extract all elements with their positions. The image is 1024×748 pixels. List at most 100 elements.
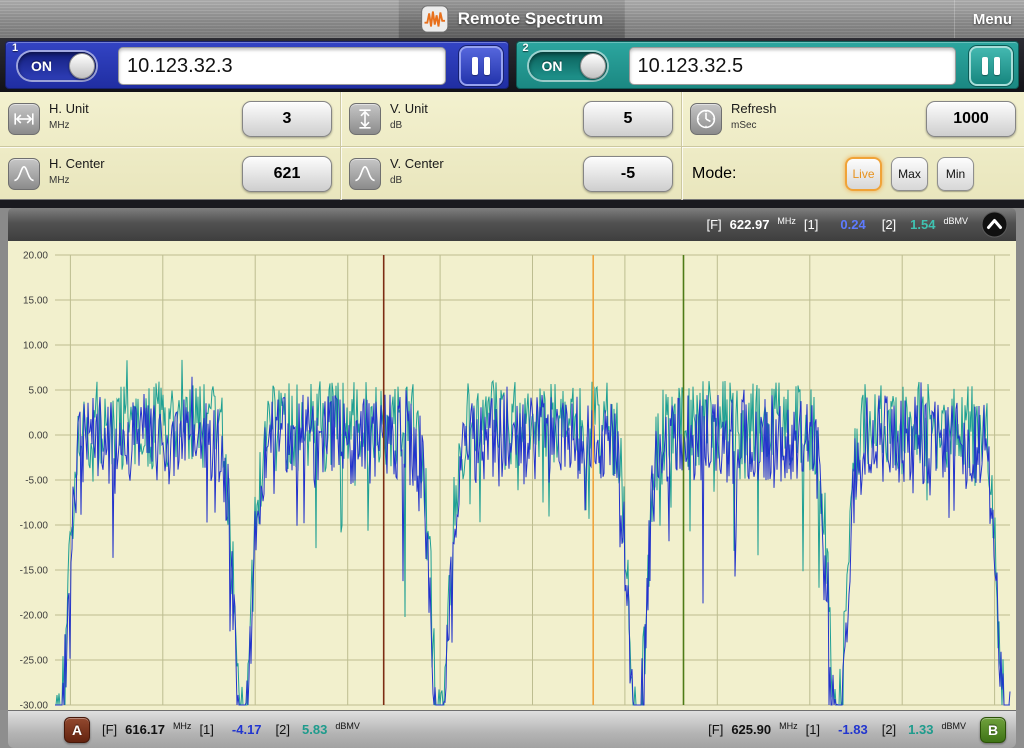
mode-max-button[interactable]: Max [891,157,928,191]
remote-spectrum-app: Remote Spectrum Menu 1 ON 2 ON [0,0,1024,748]
pause-icon [994,57,1000,75]
marker-b-ch2-value: 1.33 [908,722,933,737]
channel-1-label: [1] [804,217,818,232]
channel-2-label: [2] [882,217,896,232]
marker-a-ch2-value: 5.83 [302,722,327,737]
h-center-unit: MHz [49,175,105,186]
titlebar: Remote Spectrum Menu [0,0,1024,39]
marker-b-freq-unit: MHz [779,721,798,731]
vertical-unit-icon [349,103,381,135]
mode-button-group: Live Max Min [845,157,974,191]
f-marker-label: [F] [706,217,721,232]
h-center-labels: H. Center MHz [49,156,105,186]
analyzer-1-power-toggle[interactable]: ON [18,52,96,80]
channel-2-label: [2] [276,722,290,737]
v-center-peak-icon [349,158,381,190]
marker-a-badge[interactable]: A [64,717,90,743]
v-unit-unit: dB [390,120,428,131]
h-unit-labels: H. Unit MHz [49,101,89,131]
refresh-unit: mSec [731,120,777,131]
h-center-peak-icon [8,158,40,190]
v-unit-labels: V. Unit dB [390,101,428,131]
refresh-clock-icon [690,103,722,135]
amplitude-unit: dBMV [335,721,360,731]
analyzer-2-address-input[interactable] [629,47,957,85]
analyzer-2-panel: 2 ON [516,41,1020,89]
mode-live-button[interactable]: Live [845,157,882,191]
v-unit-label: V. Unit [390,101,428,116]
refresh-value-button[interactable]: 1000 [926,101,1016,137]
channel-1-label: [1] [199,722,213,737]
pause-icon [982,57,988,75]
h-unit-value-button[interactable]: 3 [242,101,332,137]
spectrum-plot-area[interactable]: 20.0015.0010.005.000.00-5.00-10.00-15.00… [8,241,1016,710]
v-center-cell: V. Center dB -5 [341,147,682,201]
svg-text:-30.00: -30.00 [20,701,49,711]
app-title: Remote Spectrum [458,9,603,29]
pause-icon [484,57,490,75]
analyzer-2-power-toggle[interactable]: ON [529,52,607,80]
svg-text:-15.00: -15.00 [20,566,49,577]
settings-row-2: H. Center MHz 621 V. Center dB -5 Mode [0,147,1024,201]
analyzer-1-address-input[interactable] [118,47,446,85]
analyzer-1-panel: 1 ON [5,41,509,89]
h-center-cell: H. Center MHz 621 [0,147,341,201]
channel-1-label: [1] [806,722,820,737]
amplitude-unit: dBMV [941,721,966,731]
analyzer-2-index: 2 [523,42,529,54]
analyzer-1-on-label: ON [31,58,52,74]
analyzer-1-pause-button[interactable] [459,46,503,86]
h-center-value-button[interactable]: 621 [242,156,332,192]
mode-label: Mode: [692,165,736,183]
refresh-cell: Refresh mSec 1000 [682,92,1024,146]
svg-text:-20.00: -20.00 [20,611,49,622]
f-marker-label: [F] [102,722,117,737]
channel-1-value: 0.24 [840,217,865,232]
svg-text:10.00: 10.00 [23,341,48,352]
chart-header: [F] 622.97 MHz [1] 0.24 [2] 1.54 dBMV [8,208,1016,241]
f-marker-freq-unit: MHz [777,216,796,226]
f-marker-frequency: 622.97 [730,217,770,232]
svg-text:20.00: 20.00 [23,251,48,262]
app-logo-icon [421,5,449,33]
toggle-knob-icon [580,53,606,79]
chart-top-band [0,200,1024,208]
channel-2-label: [2] [882,722,896,737]
mode-cell: Mode: Live Max Min [682,147,1024,201]
v-center-value-button[interactable]: -5 [583,156,673,192]
analyzer-1-index: 1 [12,42,18,54]
svg-text:-25.00: -25.00 [20,656,49,667]
h-unit-label: H. Unit [49,101,89,116]
h-unit-unit: MHz [49,120,89,131]
marker-readout-bar: A [F] 616.17 MHz [1] -4.17 [2] 5.83 dBMV… [8,710,1016,748]
amplitude-unit: dBMV [943,216,968,226]
h-unit-cell: H. Unit MHz 3 [0,92,341,146]
marker-a-freq-unit: MHz [173,721,192,731]
spectrum-chart-section: [F] 622.97 MHz [1] 0.24 [2] 1.54 dBMV 20… [0,200,1024,710]
refresh-label: Refresh [731,101,777,116]
v-center-labels: V. Center dB [390,156,444,186]
collapse-chart-button[interactable] [981,211,1008,238]
v-unit-value-button[interactable]: 5 [583,101,673,137]
refresh-labels: Refresh mSec [731,101,777,131]
channel-2-value: 1.54 [910,217,935,232]
marker-b-readout: [F] 625.90 MHz [1] -1.83 [2] 1.33 dBMV B [708,717,1006,743]
marker-b-frequency: 625.90 [731,722,771,737]
marker-b-badge[interactable]: B [980,717,1006,743]
spectrum-plot: 20.0015.0010.005.000.00-5.00-10.00-15.00… [8,241,1016,710]
y-axis-labels: 20.0015.0010.005.000.00-5.00-10.00-15.00… [20,251,49,711]
v-center-unit: dB [390,175,444,186]
svg-text:15.00: 15.00 [23,296,48,307]
mode-min-button[interactable]: Min [937,157,974,191]
menu-button[interactable]: Menu [954,0,1024,38]
svg-text:-10.00: -10.00 [20,521,49,532]
analyzer-2-on-label: ON [542,58,563,74]
horizontal-unit-icon [8,103,40,135]
analyzer-2-pause-button[interactable] [969,46,1013,86]
svg-text:-5.00: -5.00 [25,476,48,487]
toggle-knob-icon [69,53,95,79]
h-center-label: H. Center [49,156,105,171]
marker-a-ch1-value: -4.17 [232,722,262,737]
v-center-label: V. Center [390,156,444,171]
marker-b-ch1-value: -1.83 [838,722,868,737]
